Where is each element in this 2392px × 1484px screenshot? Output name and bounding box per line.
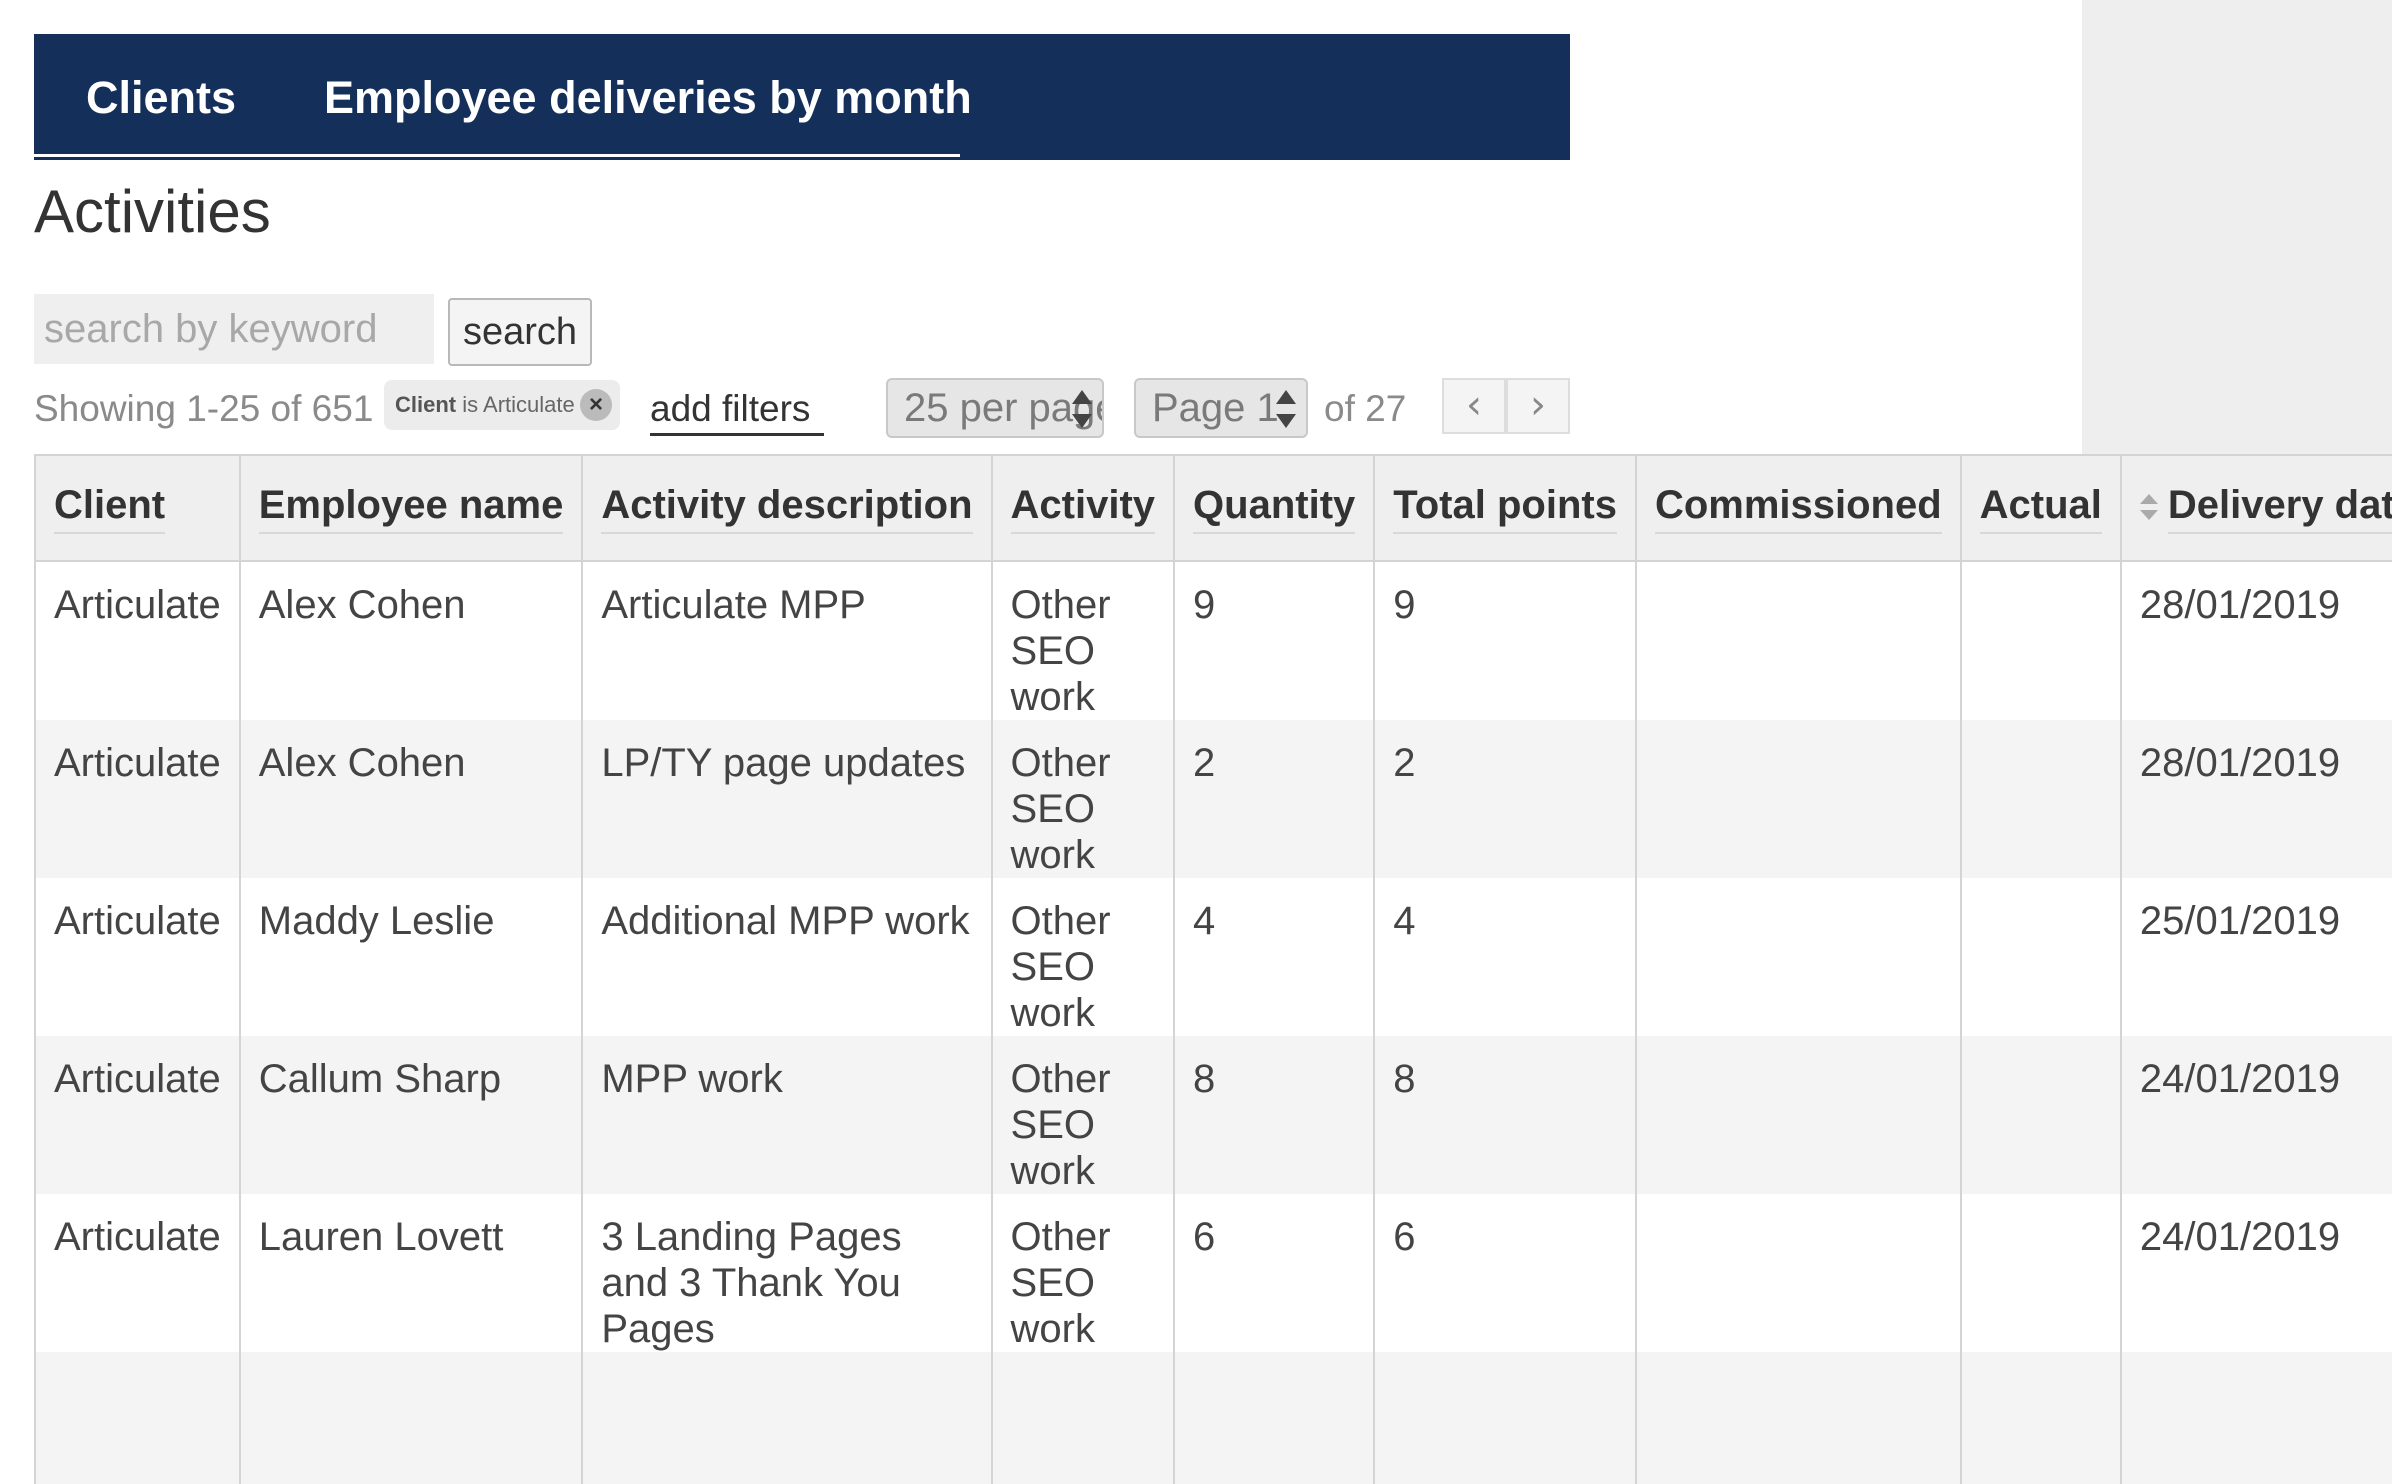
cell-employee-name: Maddy Leslie [239,878,584,1036]
cell-client: Articulate [36,1036,241,1194]
table-row: Articulate Lauren Lovett 3 Landing Pages a… [36,1194,2392,1352]
filter-chip-value: Articulate [483,392,575,417]
tab-clients[interactable]: Clients [86,34,236,160]
active-tab-underline [34,154,960,157]
cell-client: Articulate [36,561,241,720]
cell-activity-description: Additional MPP work [582,878,993,1036]
cell-delivery-date: 24/01/2019 [2120,1036,2392,1194]
cell-activity [991,1352,1176,1484]
next-page-button[interactable]: › [1506,378,1570,434]
cell-quantity: 2 [1174,720,1376,878]
column-header-total-points[interactable]: Total points [1374,456,1637,562]
cell-activity: Other SEO work [991,1194,1176,1352]
cell-commissioned [1635,1036,1962,1194]
cell-commissioned [1635,561,1962,720]
column-header-quantity[interactable]: Quantity [1174,456,1376,562]
cell-commissioned [1635,720,1962,878]
cell-activity-description [582,1352,993,1484]
cell-actual [1960,1194,2122,1352]
prev-page-button[interactable]: ‹ [1442,378,1506,434]
cell-delivery-date: 28/01/2019 [2120,720,2392,878]
cell-delivery-date: 24/01/2019 [2120,1194,2392,1352]
cell-activity: Other SEO work [991,561,1176,720]
column-header-actual[interactable]: Actual [1960,456,2122,562]
search-input[interactable] [34,294,434,364]
column-header-activity-description[interactable]: Activity description [582,456,993,562]
cell-total-points: 4 [1374,878,1637,1036]
table-row: Articulate Alex Cohen Articulate MPP Other … [36,561,2392,720]
cell-commissioned [1635,1352,1962,1484]
cell-quantity: 9 [1174,561,1376,720]
cell-quantity: 8 [1174,1036,1376,1194]
cell-client: Articulate [36,878,241,1036]
page-title: Activities [34,178,271,245]
column-header-commissioned[interactable]: Commissioned [1635,456,1962,562]
filter-chip-field: Client [395,392,457,417]
chevron-left-icon: ‹ [1466,382,1482,428]
sort-icon[interactable] [2139,492,2158,522]
table-header-row: Client Employee name Activity descriptio… [36,456,2392,562]
table-row: Articulate Maddy Leslie Additional MPP wor… [36,878,2392,1036]
cell-client [36,1352,241,1484]
activities-table-container: Client Employee name Activity descriptio… [34,454,2392,1484]
cell-delivery-date: 28/01/2019 [2120,561,2392,720]
cell-actual [1960,561,2122,720]
cell-quantity: 4 [1174,878,1376,1036]
search-button[interactable]: search [448,298,592,366]
chevron-right-icon: › [1530,382,1546,428]
table-body: Articulate Alex Cohen Articulate MPP Other … [36,561,2392,1484]
total-pages-label: of 27 [1324,388,1407,429]
page-select[interactable]: Page 1 [1134,378,1308,438]
cell-activity-description: 3 Landing Pages and 3 Thank You Pages [582,1194,993,1352]
cell-activity: Other SEO work [991,1036,1176,1194]
close-icon[interactable]: × [580,389,612,421]
cell-delivery-date: 25/01/2019 [2120,878,2392,1036]
cell-employee-name: Alex Cohen [239,720,584,878]
cell-total-points: 2 [1374,720,1637,878]
cell-activity: Other SEO work [991,720,1176,878]
cell-actual [1960,1036,2122,1194]
page-selected-value: Page 1 [1152,386,1279,430]
column-header-delivery-date[interactable]: Delivery date [2120,456,2392,562]
cell-total-points: 8 [1374,1036,1637,1194]
column-header-client[interactable]: Client [36,456,241,562]
cell-total-points: 6 [1374,1194,1637,1352]
top-navbar: Clients Employee deliveries by month [34,34,1570,160]
table-row [36,1352,2392,1484]
filter-chip-client[interactable]: Client is Articulate × [384,380,620,430]
cell-activity: Other SEO work [991,878,1176,1036]
add-filters-underline [650,433,824,436]
activities-table: Client Employee name Activity descriptio… [36,456,2392,1484]
cell-activity-description: Articulate MPP [582,561,993,720]
per-page-select[interactable]: 25 per page [886,378,1104,438]
cell-commissioned [1635,878,1962,1036]
cell-activity-description: MPP work [582,1036,993,1194]
tab-employee-deliveries-by-month[interactable]: Employee deliveries by month [324,34,972,160]
cell-total-points: 9 [1374,561,1637,720]
cell-commissioned [1635,1194,1962,1352]
add-filters-link[interactable]: add filters [650,384,810,434]
cell-delivery-date [2120,1352,2392,1484]
column-header-employee-name[interactable]: Employee name [239,456,584,562]
cell-client: Articulate [36,1194,241,1352]
cell-employee-name [239,1352,584,1484]
cell-actual [1960,1352,2122,1484]
select-arrows-icon [1276,390,1296,428]
cell-total-points [1374,1352,1637,1484]
table-row: Articulate Callum Sharp MPP work Other SEO … [36,1036,2392,1194]
cell-quantity: 6 [1174,1194,1376,1352]
results-count: Showing 1-25 of 651 [34,388,374,429]
cell-activity-description: LP/TY page updates [582,720,993,878]
cell-employee-name: Callum Sharp [239,1036,584,1194]
cell-quantity [1174,1352,1376,1484]
cell-client: Articulate [36,720,241,878]
filter-chip-operator: is [462,392,479,417]
select-arrows-icon [1072,390,1092,428]
cell-employee-name: Alex Cohen [239,561,584,720]
column-header-activity[interactable]: Activity [991,456,1176,562]
cell-actual [1960,878,2122,1036]
cell-actual [1960,720,2122,878]
table-row: Articulate Alex Cohen LP/TY page updates Ot… [36,720,2392,878]
cell-employee-name: Lauren Lovett [239,1194,584,1352]
